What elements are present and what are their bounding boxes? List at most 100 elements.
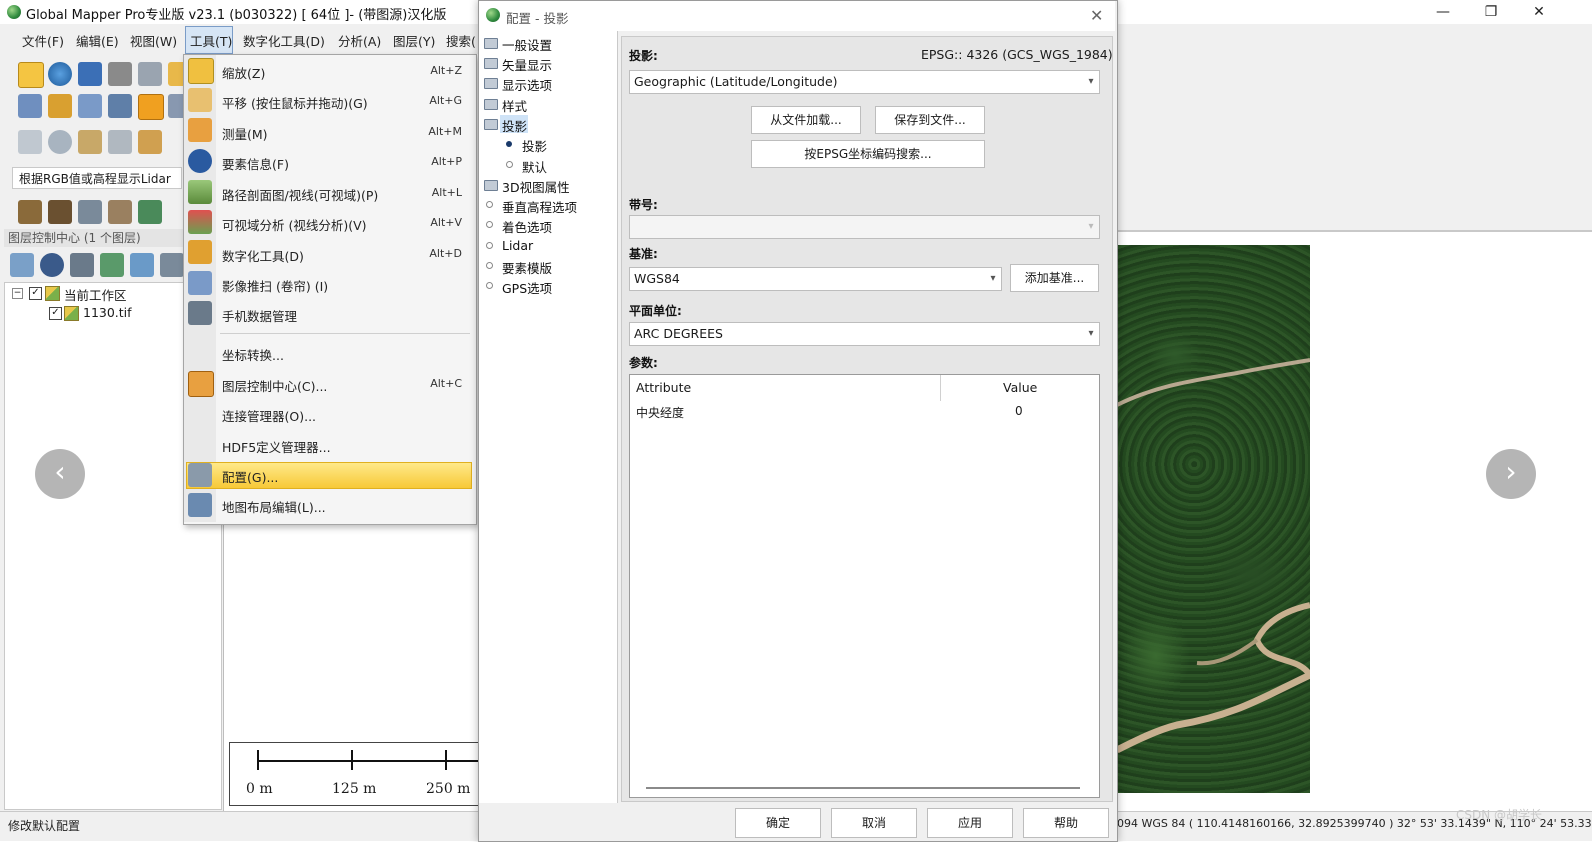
- pointer-icon[interactable]: [48, 94, 72, 118]
- tree-item-display[interactable]: 显示选项: [502, 75, 552, 94]
- menu-file[interactable]: 文件(F): [22, 31, 64, 50]
- tree-item-3d[interactable]: 3D视图属性: [502, 177, 570, 196]
- menu-search[interactable]: 搜索(: [446, 31, 476, 50]
- zone-select[interactable]: [629, 215, 1100, 239]
- tree-item-projection[interactable]: 投影: [502, 116, 527, 135]
- chevron-down-icon[interactable]: ▾: [1084, 216, 1098, 238]
- tree-item-vector[interactable]: 矢量显示: [502, 55, 552, 74]
- points-icon[interactable]: [18, 200, 42, 224]
- tree-item-gps[interactable]: GPS选项: [502, 278, 552, 297]
- tree-item-vertical[interactable]: 垂直高程选项: [502, 197, 577, 216]
- layer-add-icon[interactable]: [100, 253, 124, 277]
- column-divider[interactable]: [940, 375, 941, 401]
- layer-zoom-icon[interactable]: [10, 253, 34, 277]
- lidar-display-dropdown[interactable]: 根据RGB值或高程显示Lidar: [12, 167, 182, 189]
- menu-shortcut: Alt+G: [429, 94, 462, 107]
- building-icon[interactable]: [78, 200, 102, 224]
- menu-shortcut: Alt+M: [428, 125, 462, 138]
- dialog-logo-icon: [486, 8, 500, 22]
- workspace-label[interactable]: 当前工作区: [64, 285, 127, 304]
- open-folder-icon[interactable]: [18, 62, 44, 88]
- workspace-checkbox[interactable]: ✓: [29, 287, 42, 300]
- ok-button[interactable]: 确定: [735, 808, 821, 838]
- edit-vertex-icon[interactable]: [108, 130, 132, 154]
- swipe-tool-icon[interactable]: [78, 94, 102, 118]
- table-cell-attribute[interactable]: 中央经度: [636, 404, 684, 421]
- epsg-search-button[interactable]: 按EPSG坐标编码搜索...: [751, 140, 985, 168]
- datum-select[interactable]: WGS84: [629, 267, 1002, 291]
- menu-tools[interactable]: 工具(T): [190, 31, 232, 50]
- tower-icon[interactable]: [108, 200, 132, 224]
- grid-tool-icon[interactable]: [78, 130, 102, 154]
- tree-item-lidar[interactable]: Lidar: [502, 238, 533, 253]
- column-header-attribute[interactable]: Attribute: [636, 380, 691, 395]
- surface-icon[interactable]: [138, 200, 162, 224]
- window-title: Global Mapper Pro专业版 v23.1 (b030322) [ 6…: [26, 8, 447, 23]
- prev-arrow-icon[interactable]: ‹: [35, 449, 85, 499]
- menu-layer[interactable]: 图层(Y): [393, 31, 435, 50]
- menu-item-label: HDF5定义管理器...: [222, 440, 331, 455]
- tree-item-feature-template[interactable]: 要素模版: [502, 258, 552, 277]
- layer-options-icon[interactable]: [40, 253, 64, 277]
- layer-checkbox[interactable]: ✓: [49, 307, 62, 320]
- save-to-file-button[interactable]: 保存到文件...: [875, 106, 985, 134]
- menu-shortcut: Alt+V: [430, 216, 462, 229]
- restore-button[interactable]: ❐: [1468, 0, 1514, 24]
- draw-line-icon[interactable]: [18, 130, 42, 154]
- dot-icon: [486, 282, 493, 289]
- dialog-close-button[interactable]: ✕: [1090, 6, 1103, 25]
- tree-item-style[interactable]: 样式: [502, 96, 527, 115]
- menu-edit[interactable]: 编辑(E): [76, 31, 119, 50]
- apply-button[interactable]: 应用: [927, 808, 1013, 838]
- layout-icon: [188, 493, 212, 517]
- menu-shortcut: Alt+Z: [430, 64, 462, 77]
- close-window-button[interactable]: ✕: [1516, 0, 1562, 24]
- terrain-icon[interactable]: [48, 200, 72, 224]
- tree-item-shader[interactable]: 着色选项: [502, 217, 552, 236]
- collapse-toggle-icon[interactable]: −: [12, 288, 23, 299]
- wrench-tool-icon[interactable]: [138, 62, 162, 86]
- add-datum-button[interactable]: 添加基准...: [1010, 264, 1099, 292]
- layer-visibility-icon[interactable]: [160, 253, 184, 277]
- split-view-icon[interactable]: [18, 94, 42, 118]
- tree-item-general[interactable]: 一般设置: [502, 35, 552, 54]
- cancel-button[interactable]: 取消: [831, 808, 917, 838]
- dialog-title: 配置 - 投影: [506, 11, 569, 26]
- menu-shortcut: Alt+L: [431, 186, 462, 199]
- slope-icon[interactable]: [138, 94, 164, 120]
- minimize-button[interactable]: —: [1420, 0, 1466, 24]
- layer-list-icon[interactable]: [70, 253, 94, 277]
- 3d-view-icon[interactable]: [108, 94, 132, 118]
- globe-icon[interactable]: [48, 62, 72, 86]
- units-select[interactable]: ARC DEGREES: [629, 322, 1100, 346]
- phone-icon: [188, 301, 212, 325]
- params-table: [629, 374, 1100, 798]
- tree-item-projection-sub[interactable]: 投影: [522, 136, 547, 155]
- menu-item-label: 数字化工具(D): [222, 249, 304, 264]
- layer-label[interactable]: 1130.tif: [83, 305, 132, 320]
- folder-icon: [484, 38, 498, 49]
- save-icon[interactable]: [78, 62, 102, 86]
- tree-item-default[interactable]: 默认: [522, 157, 547, 176]
- chevron-down-icon[interactable]: ▾: [1084, 323, 1098, 345]
- projection-select[interactable]: Geographic (Latitude/Longitude): [629, 70, 1100, 94]
- table-cell-value[interactable]: 0: [1015, 404, 1023, 418]
- layer-search-icon[interactable]: [130, 253, 154, 277]
- window-icon[interactable]: [108, 62, 132, 86]
- profile-icon: [188, 180, 212, 204]
- horizontal-scrollbar[interactable]: [646, 787, 1080, 789]
- chevron-down-icon[interactable]: ▾: [986, 268, 1000, 290]
- help-button[interactable]: 帮助: [1023, 808, 1109, 838]
- chevron-down-icon[interactable]: ▾: [1084, 71, 1098, 93]
- dot-icon: [486, 201, 493, 208]
- next-arrow-icon[interactable]: ›: [1486, 449, 1536, 499]
- load-from-file-button[interactable]: 从文件加载...: [751, 106, 861, 134]
- settings-tree: [479, 31, 618, 803]
- menu-view[interactable]: 视图(W): [130, 31, 177, 50]
- target-icon[interactable]: [48, 130, 72, 154]
- column-header-value[interactable]: Value: [1003, 380, 1037, 395]
- menu-digitizer[interactable]: 数字化工具(D): [243, 31, 325, 50]
- pen-tool-icon[interactable]: [138, 130, 162, 154]
- swipe-icon: [188, 271, 212, 295]
- menu-analysis[interactable]: 分析(A): [338, 31, 381, 50]
